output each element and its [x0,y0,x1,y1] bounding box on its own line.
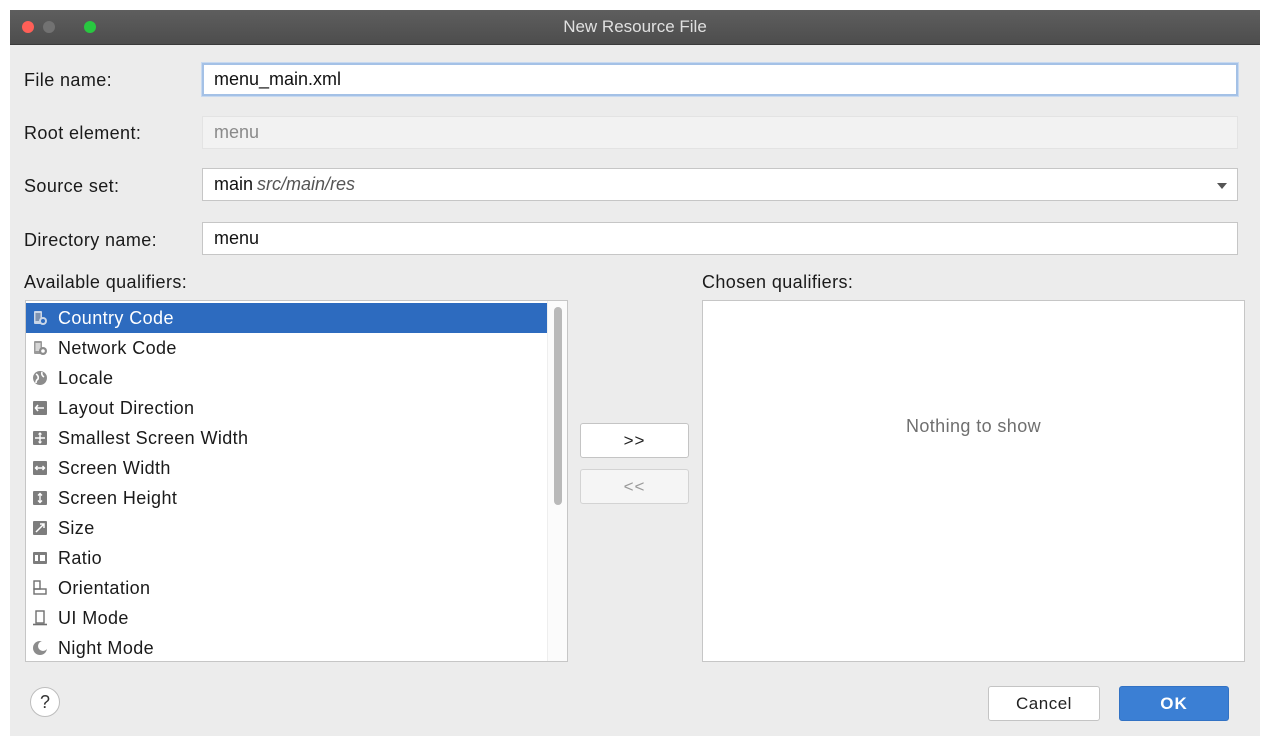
size-icon [33,521,47,535]
qualifier-label: Orientation [58,578,151,598]
qualifier-label: Smallest Screen Width [58,428,249,448]
scrollbar-thumb[interactable] [554,307,562,505]
source-set-label: Source set: [24,176,120,196]
chosen-qualifiers-list[interactable]: Nothing to show [702,300,1245,662]
remove-qualifier-button[interactable]: << [580,469,689,504]
qualifier-label: Layout Direction [58,398,195,418]
qualifier-item-ui-mode[interactable]: UI Mode [26,603,547,633]
qualifier-item-country-code[interactable]: Country Code [26,303,547,333]
qualifier-label: UI Mode [58,608,129,628]
source-set-value: main [214,174,254,194]
source-set-path: src/main/res [257,174,356,194]
network-code-icon [34,341,47,355]
screen-height-icon [33,491,47,505]
root-element-label: Root element: [24,123,142,143]
screen-width-icon [33,461,47,475]
file-name-input[interactable]: menu_main.xml [202,63,1238,96]
orientation-icon [33,580,47,595]
qualifier-item-size[interactable]: Size [26,513,547,543]
chosen-qualifiers-empty-text: Nothing to show [905,416,1042,436]
window-title: New Resource File [563,17,707,36]
available-qualifiers-list[interactable]: Country Code Network Code Locale Layout … [25,300,568,662]
new-resource-file-dialog: New Resource File File name: menu_main.x… [10,10,1260,736]
qualifier-label: Network Code [58,338,177,358]
qualifier-label: Ratio [58,548,103,568]
qualifier-item-screen-height[interactable]: Screen Height [26,483,547,513]
qualifier-label: Locale [58,368,114,388]
qualifier-label: Screen Height [58,488,178,508]
qualifier-label: Country Code [58,308,174,328]
qualifier-item-night-mode[interactable]: Night Mode [26,633,547,661]
qualifier-item-orientation[interactable]: Orientation [26,573,547,603]
file-name-label: File name: [24,70,113,90]
title-bar: New Resource File [10,10,1260,45]
ui-mode-icon [33,610,47,626]
directory-name-input[interactable]: menu [202,222,1238,255]
qualifier-label: Screen Width [58,458,171,478]
root-element-input: menu [202,116,1238,149]
source-set-select[interactable]: main src/main/res [202,168,1238,201]
qualifier-item-locale[interactable]: Locale [26,363,547,393]
ok-button[interactable]: OK [1119,686,1229,721]
qualifier-item-screen-width[interactable]: Screen Width [26,453,547,483]
chosen-qualifiers-label: Chosen qualifiers: [702,272,854,292]
cancel-button[interactable]: Cancel [988,686,1100,721]
directory-name-label: Directory name: [24,230,158,250]
help-button[interactable]: ? [30,687,60,717]
chevron-down-icon [1217,183,1227,189]
available-qualifiers-scrollbar[interactable] [547,301,567,661]
qualifier-item-layout-direction[interactable]: Layout Direction [26,393,547,423]
qualifier-label: Size [58,518,95,538]
ratio-icon [33,552,47,564]
globe-icon [33,371,47,385]
smallest-screen-width-icon [33,431,47,445]
qualifier-item-ratio[interactable]: Ratio [26,543,547,573]
qualifier-item-smallest-screen-width[interactable]: Smallest Screen Width [26,423,547,453]
country-code-icon [34,311,47,325]
qualifier-item-network-code[interactable]: Network Code [26,333,547,363]
available-qualifiers-label: Available qualifiers: [24,272,188,292]
layout-direction-icon [33,401,47,415]
qualifier-label: Night Mode [58,638,155,658]
add-qualifier-button[interactable]: >> [580,423,689,458]
night-mode-icon [33,641,48,655]
